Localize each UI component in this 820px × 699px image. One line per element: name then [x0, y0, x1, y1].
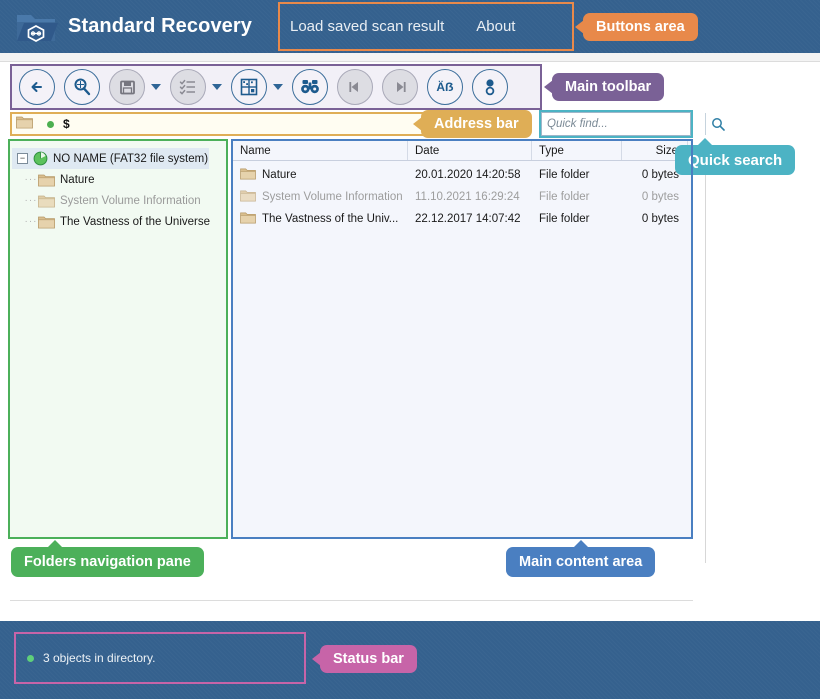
- table-row[interactable]: Nature 20.01.2020 14:20:58 File folder 0…: [233, 164, 691, 186]
- annotation-folders-navigation-pane: Folders navigation pane: [11, 540, 204, 577]
- encoding-button-label: Äẞ: [436, 80, 454, 94]
- search-button[interactable]: [705, 113, 730, 135]
- tree-connector-icon: ···: [24, 216, 38, 227]
- annotation-quick-search: Quick search: [675, 138, 796, 175]
- annotation-label: Quick search: [688, 151, 783, 169]
- back-button[interactable]: [19, 69, 55, 105]
- file-name: The Vastness of the Univ...: [262, 213, 399, 225]
- header-buttons-area: Load saved scan result About: [278, 0, 574, 53]
- annotation-label: Address bar: [434, 116, 519, 132]
- file-list-header: Name Date Type Size: [233, 141, 691, 161]
- annotation-address-bar: Address bar: [413, 110, 532, 138]
- previous-button[interactable]: [337, 69, 373, 105]
- annotation-main-content-area: Main content area: [506, 540, 656, 577]
- file-date: 22.12.2017 14:07:42: [415, 213, 521, 225]
- view-button[interactable]: [231, 69, 267, 105]
- file-type: File folder: [539, 169, 590, 181]
- file-name: System Volume Information: [262, 191, 403, 203]
- table-row[interactable]: System Volume Information 11.10.2021 16:…: [233, 186, 691, 208]
- folder-hexagon-logo-icon: [14, 7, 58, 47]
- quick-search[interactable]: [541, 112, 725, 136]
- search-input[interactable]: [542, 112, 705, 136]
- folder-icon: [38, 173, 55, 187]
- tree-item-system-volume-information[interactable]: ··· System Volume Information: [10, 190, 226, 211]
- main-toolbar: Äẞ: [10, 64, 542, 110]
- find-button[interactable]: [292, 69, 328, 105]
- tree-connector-icon: ···: [24, 195, 38, 206]
- annotation-main-toolbar: Main toolbar: [544, 73, 665, 101]
- column-header-name[interactable]: Name: [233, 141, 408, 160]
- address-path: $: [63, 117, 70, 131]
- annotation-label: Buttons area: [596, 19, 685, 35]
- folder-icon: [240, 167, 256, 183]
- folder-icon: [38, 215, 55, 229]
- folder-icon: [16, 115, 33, 134]
- tree-item-label: System Volume Information: [60, 194, 201, 207]
- column-header-date[interactable]: Date: [408, 141, 532, 160]
- encoding-button[interactable]: Äẞ: [427, 69, 463, 105]
- folder-icon: [240, 211, 256, 227]
- scan-button[interactable]: [64, 69, 100, 105]
- about-button[interactable]: About: [476, 18, 515, 35]
- file-size: 0 bytes: [641, 191, 679, 203]
- annotation-label: Status bar: [333, 651, 404, 667]
- file-date: 11.10.2021 16:29:24: [415, 191, 520, 203]
- list-dropdown-caret-icon[interactable]: [212, 84, 222, 90]
- horizontal-divider: [10, 600, 693, 601]
- save-button[interactable]: [109, 69, 145, 105]
- app-title: Standard Recovery: [68, 15, 252, 37]
- folder-icon: [38, 194, 55, 208]
- file-size: 0 bytes: [641, 213, 679, 225]
- annotation-buttons-area: Buttons area: [575, 13, 698, 41]
- application-window: Standard Recovery Load saved scan result…: [0, 0, 820, 699]
- list-button[interactable]: [170, 69, 206, 105]
- main-content-area[interactable]: Name Date Type Size Nature 20.01.2020 14…: [233, 141, 691, 537]
- header-separator: [0, 53, 820, 62]
- file-date: 20.01.2020 14:20:58: [415, 169, 521, 181]
- table-row[interactable]: The Vastness of the Univ... 22.12.2017 1…: [233, 208, 691, 230]
- tree-item-root-label: NO NAME (FAT32 file system): [53, 152, 209, 165]
- folder-icon: [240, 189, 256, 205]
- view-dropdown-caret-icon[interactable]: [273, 84, 283, 90]
- file-name: Nature: [262, 169, 297, 181]
- annotation-label: Folders navigation pane: [24, 554, 191, 570]
- user-button[interactable]: [472, 69, 508, 105]
- file-type: File folder: [539, 191, 590, 203]
- annotation-status-bar: Status bar: [312, 645, 417, 673]
- file-type: File folder: [539, 213, 590, 225]
- address-status-dot-icon: [47, 120, 54, 128]
- tree-item-label: Nature: [60, 173, 95, 186]
- next-button[interactable]: [382, 69, 418, 105]
- annotation-label: Main content area: [519, 554, 643, 570]
- tree-item-label: The Vastness of the Universe: [60, 215, 210, 228]
- save-dropdown-caret-icon[interactable]: [151, 84, 161, 90]
- status-dot-icon: [27, 654, 34, 662]
- tree-item-root[interactable]: − NO NAME (FAT32 file system): [12, 148, 209, 169]
- folders-navigation-pane[interactable]: − NO NAME (FAT32 file system) ··· Nature: [10, 141, 226, 537]
- tree-item-the-vastness-of-the-universe[interactable]: ··· The Vastness of the Universe: [10, 211, 226, 232]
- status-text: 3 objects in directory.: [43, 651, 156, 665]
- annotation-label: Main toolbar: [565, 79, 652, 95]
- tree-connector-icon: ···: [24, 174, 38, 185]
- tree-expander-icon[interactable]: −: [17, 153, 28, 164]
- load-saved-scan-result-button[interactable]: Load saved scan result: [290, 18, 444, 35]
- vertical-divider: [705, 141, 706, 563]
- tree-item-nature[interactable]: ··· Nature: [10, 169, 226, 190]
- column-header-type[interactable]: Type: [532, 141, 622, 160]
- status-bar-content: 3 objects in directory.: [14, 633, 306, 683]
- disk-pie-icon: [33, 151, 48, 166]
